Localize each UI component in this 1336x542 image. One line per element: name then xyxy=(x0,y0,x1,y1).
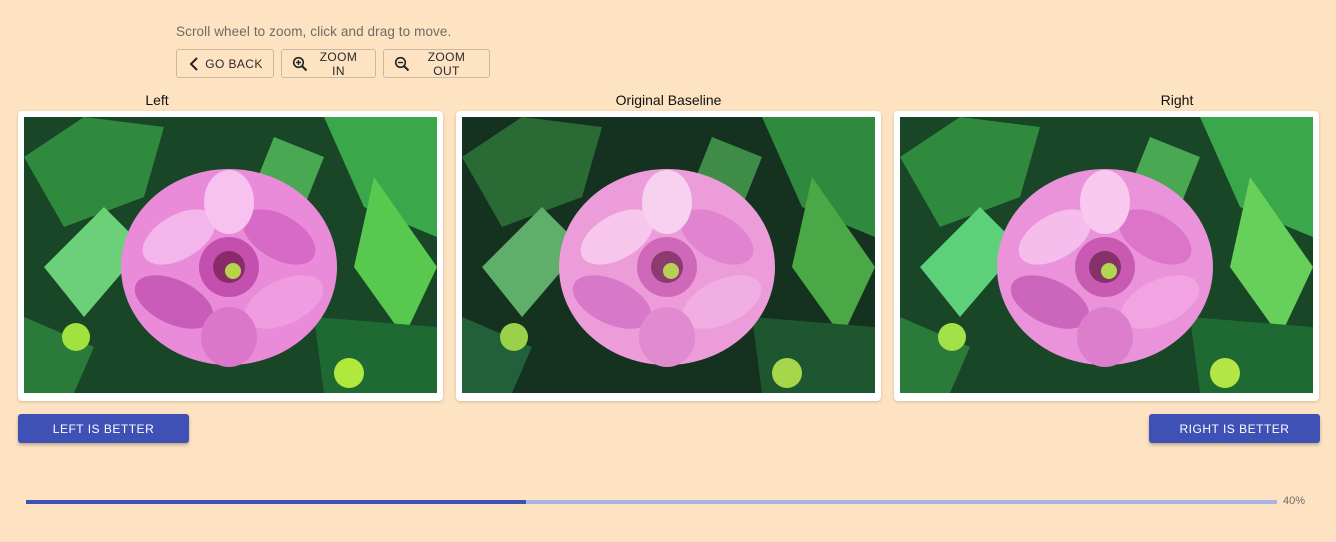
center-flower-image[interactable] xyxy=(462,117,875,393)
center-panel-label: Original Baseline xyxy=(615,92,722,108)
progress-bar-fill xyxy=(26,500,527,504)
zoom-in-label: ZOOM IN xyxy=(319,49,358,78)
right-is-better-button[interactable]: RIGHT IS BETTER xyxy=(1149,414,1320,443)
left-panel-label: Left xyxy=(145,92,169,108)
go-back-button[interactable]: GO BACK xyxy=(176,49,274,78)
go-back-label: GO BACK xyxy=(205,56,263,71)
zoom-out-label: ZOOM OUT xyxy=(427,49,466,78)
zoom-in-button[interactable]: ZOOM IN xyxy=(281,49,376,78)
right-image-panel[interactable] xyxy=(894,111,1319,401)
zoom-out-button[interactable]: ZOOM OUT xyxy=(383,49,490,78)
left-image-panel[interactable] xyxy=(18,111,443,401)
chevron-left-icon xyxy=(187,56,201,72)
left-flower-image[interactable] xyxy=(24,117,437,393)
progress-percent: 40% xyxy=(1283,495,1306,507)
right-flower-image[interactable] xyxy=(900,117,1313,393)
zoom-out-icon xyxy=(394,56,410,72)
zoom-toolbar: GO BACK ZOOM IN ZOOM OUT xyxy=(176,49,490,78)
left-is-better-button[interactable]: LEFT IS BETTER xyxy=(18,414,189,443)
zoom-in-icon xyxy=(292,56,308,72)
instructions-text: Scroll wheel to zoom, click and drag to … xyxy=(176,24,452,39)
center-image-panel[interactable] xyxy=(456,111,881,401)
right-panel-label: Right xyxy=(1160,92,1194,108)
progress-bar xyxy=(26,500,1277,504)
